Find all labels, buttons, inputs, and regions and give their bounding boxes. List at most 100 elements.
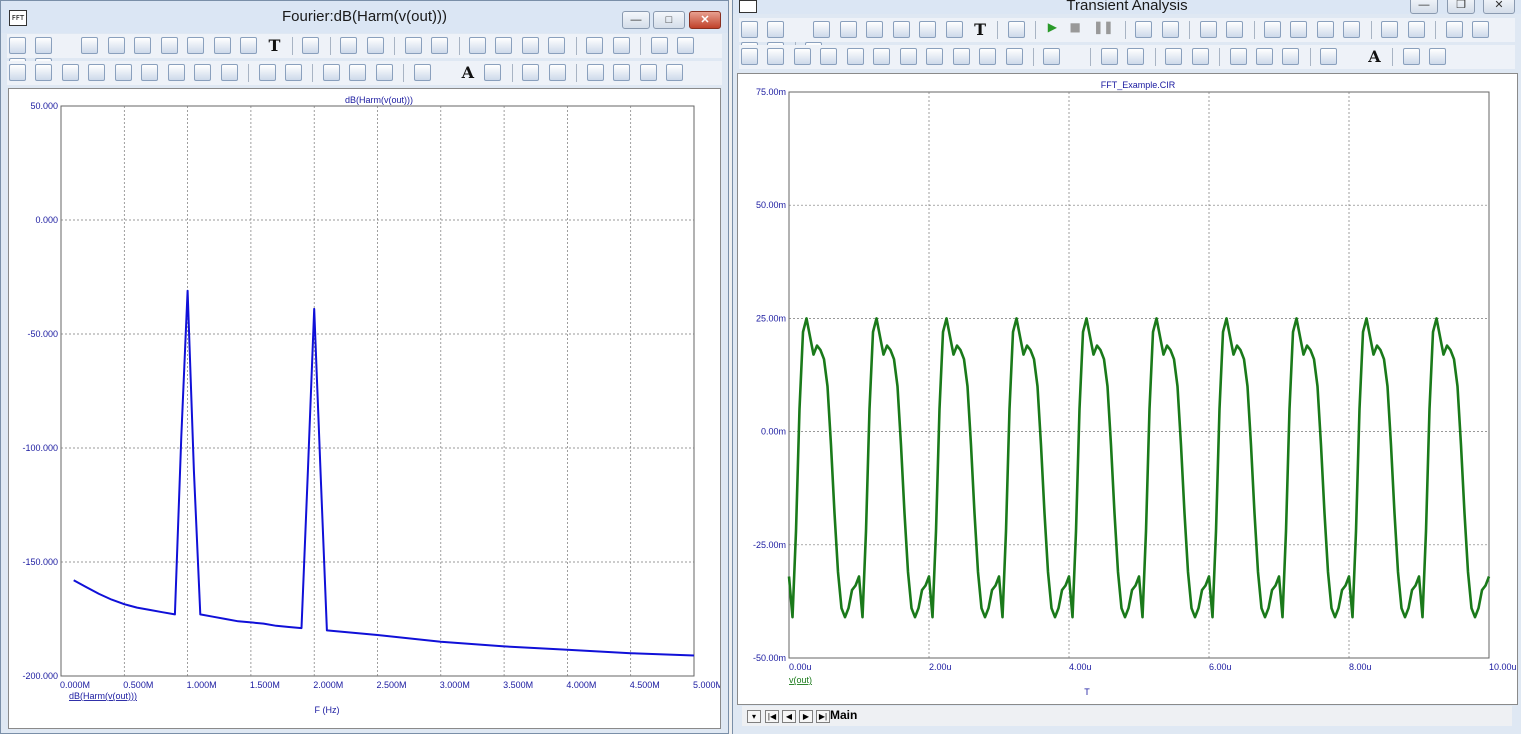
tab-menu-button[interactable]: ▾ — [747, 710, 761, 723]
pause-icon[interactable]: ❚❚ — [1093, 20, 1113, 34]
scale-fit-y-icon[interactable] — [284, 64, 302, 81]
minimize-button[interactable]: — — [622, 11, 650, 29]
zoom-icon[interactable] — [650, 37, 668, 54]
align-left-icon[interactable] — [586, 64, 604, 81]
tokens-icon[interactable] — [340, 37, 358, 54]
fft-window[interactable]: FFT Fourier:dB(Harm(v(out))) — □ ✕ T A d… — [0, 0, 729, 734]
fft-legend[interactable]: dB(Harm(v(out))) — [69, 691, 137, 701]
global-high-icon[interactable] — [926, 48, 944, 65]
send-back-icon[interactable] — [548, 64, 566, 81]
clipboard-icon[interactable] — [1043, 48, 1061, 65]
zoom-100-icon[interactable] — [1282, 48, 1300, 65]
low-icon[interactable] — [873, 48, 891, 65]
component-icon[interactable] — [767, 21, 785, 38]
scale-fit-icon[interactable] — [258, 64, 276, 81]
formula-icon[interactable] — [945, 21, 963, 38]
split-grid-icon[interactable] — [612, 37, 630, 54]
peak-icon[interactable] — [793, 48, 811, 65]
transient-titlebar[interactable]: Transient Analysis — ❐ ✕ — [733, 0, 1521, 14]
cascade-icon[interactable] — [1290, 21, 1308, 38]
tab-next-button[interactable]: ▶ — [799, 710, 813, 723]
zoom-icon[interactable] — [1445, 21, 1463, 38]
numeric-output-icon[interactable] — [1127, 48, 1145, 65]
select-mode-icon[interactable] — [9, 37, 26, 54]
zoom-fit-icon[interactable] — [677, 37, 695, 54]
transient-window[interactable]: Transient Analysis — ❐ ✕ T ▶ ■ ❚❚ A FFT_… — [732, 0, 1521, 734]
valley-icon[interactable] — [88, 64, 106, 81]
scale-icon[interactable] — [107, 37, 125, 54]
maximize-button[interactable]: □ — [653, 11, 685, 29]
graph-icon[interactable] — [919, 21, 937, 38]
bring-front-icon[interactable] — [1402, 48, 1420, 65]
global-high-icon[interactable] — [194, 64, 212, 81]
cursor-icon[interactable] — [741, 48, 758, 65]
split-horizontal-icon[interactable] — [1381, 21, 1399, 38]
transient-chart[interactable]: FFT_Example.CIR v(out) T 75.00m 50.00m 25.… — [738, 74, 1517, 704]
tile-icon[interactable] — [468, 37, 486, 54]
dots-grid-icon[interactable] — [413, 64, 431, 81]
tokens-off-icon[interactable] — [1161, 21, 1179, 38]
split-horizontal-icon[interactable] — [586, 37, 604, 54]
fft-chart[interactable]: dB(Harm(v(out))) dB(Harm(v(out))) F (Hz)… — [9, 89, 723, 728]
component-icon[interactable] — [35, 37, 53, 54]
split-grid-icon[interactable] — [1407, 21, 1425, 38]
graph-icon[interactable] — [213, 37, 231, 54]
run-icon[interactable]: ▶ — [1048, 20, 1057, 34]
dropdown-arrow-icon[interactable] — [62, 37, 72, 54]
text-tool-icon[interactable]: T — [269, 36, 281, 55]
global-low-icon[interactable] — [952, 48, 970, 65]
line-icon[interactable] — [866, 21, 884, 38]
top-icon[interactable] — [979, 48, 997, 65]
curve-icon[interactable] — [892, 21, 910, 38]
tokens-icon[interactable] — [1135, 21, 1153, 38]
align-right-icon[interactable] — [613, 64, 631, 81]
transient-legend[interactable]: v(out) — [789, 675, 812, 685]
tokens-off-icon[interactable] — [366, 37, 384, 54]
valley-icon[interactable] — [820, 48, 838, 65]
frame-icon[interactable] — [404, 37, 422, 54]
cascade-icon[interactable] — [495, 37, 513, 54]
minimize-button[interactable]: — — [1410, 0, 1438, 14]
formula-icon[interactable] — [240, 37, 258, 54]
dropdown-arrow-icon[interactable] — [1070, 48, 1080, 65]
dropdown-arrow-icon[interactable] — [1347, 48, 1357, 65]
zoom-100-icon[interactable] — [375, 64, 393, 81]
cursor-icon[interactable] — [9, 64, 26, 81]
cursor-alt-icon[interactable] — [767, 48, 785, 65]
tile-icon[interactable] — [1264, 21, 1282, 38]
tile-vertical-icon[interactable] — [1316, 21, 1334, 38]
list-icon[interactable] — [1100, 48, 1118, 65]
select-mode-icon[interactable] — [741, 21, 758, 38]
line-icon[interactable] — [160, 37, 178, 54]
high-icon[interactable] — [846, 48, 864, 65]
scale-icon[interactable] — [813, 21, 831, 38]
restore-button[interactable]: ❐ — [1447, 0, 1475, 14]
properties-icon[interactable] — [1007, 21, 1025, 38]
cursor-alt-icon[interactable] — [35, 64, 53, 81]
tab-last-button[interactable]: ▶| — [816, 710, 830, 723]
paste-icon[interactable] — [484, 64, 502, 81]
zoom-out-2-icon[interactable] — [349, 64, 367, 81]
high-icon[interactable] — [114, 64, 132, 81]
zoom-area-icon[interactable] — [839, 21, 857, 38]
zoom-fit-icon[interactable] — [1472, 21, 1490, 38]
tile-vertical-icon[interactable] — [521, 37, 539, 54]
dropdown-arrow-icon[interactable] — [794, 21, 804, 38]
stop-icon[interactable]: ■ — [1069, 20, 1080, 34]
close-button[interactable]: ✕ — [689, 11, 721, 29]
bottom-icon[interactable] — [1005, 48, 1023, 65]
close-button[interactable]: ✕ — [1483, 0, 1515, 14]
zoom-area-icon[interactable] — [134, 37, 152, 54]
scale-fit-y-icon[interactable] — [1191, 48, 1209, 65]
zoom-out-2-icon[interactable] — [1255, 48, 1273, 65]
fft-plot-area[interactable]: dB(Harm(v(out))) dB(Harm(v(out))) F (Hz)… — [8, 88, 723, 729]
inflection-icon[interactable] — [899, 48, 917, 65]
font-icon[interactable]: A — [462, 63, 474, 82]
tile-horizontal-icon[interactable] — [1343, 21, 1361, 38]
curve-icon[interactable] — [187, 37, 205, 54]
image-icon[interactable] — [81, 37, 99, 54]
low-icon[interactable] — [141, 64, 159, 81]
bring-front-icon[interactable] — [522, 64, 540, 81]
transient-plot-area[interactable]: FFT_Example.CIR v(out) T 75.00m 50.00m 25.… — [737, 73, 1518, 705]
frame-icon[interactable] — [1199, 21, 1217, 38]
